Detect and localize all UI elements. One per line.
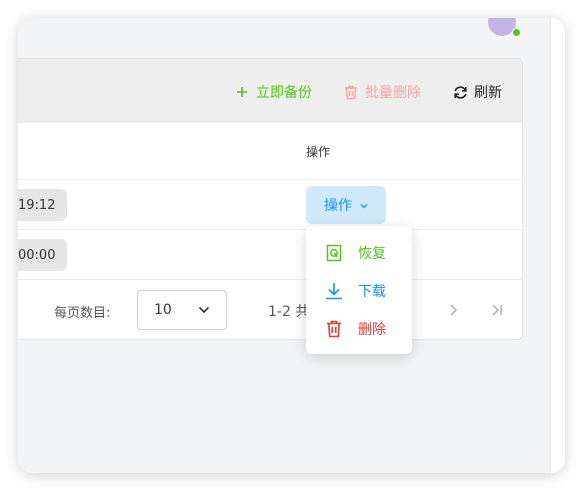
download-label: 下载 [358,284,386,300]
time-text: 19:12 [18,197,56,213]
per-page-label: 每页数目: [54,306,111,321]
batch-delete-label: 批量删除 [365,85,421,101]
next-page-icon[interactable] [444,300,462,320]
app-window: 立即备份 批量删除 刷新 操作 19:12 操作 00:00 每页数目: 10 … [18,18,565,473]
refresh-icon [452,84,468,100]
menu-item-download[interactable]: 下载 [306,272,412,310]
menu-item-restore[interactable]: 恢复 [306,234,412,272]
trash-icon [343,84,359,100]
table-header: 操作 [18,123,522,180]
delete-label: 删除 [358,322,386,338]
time-chip: 19:12 [18,189,68,221]
batch-delete-button[interactable]: 批量删除 [343,82,421,102]
last-page-icon[interactable] [488,300,506,320]
menu-item-delete[interactable]: 删除 [306,310,412,348]
user-avatar[interactable] [488,18,521,38]
backup-now-label: 立即备份 [256,85,312,101]
chevron-down-icon [198,302,210,318]
per-page-select[interactable]: 10 [137,290,227,330]
window-right-edge [550,18,565,473]
trash-icon [324,319,344,339]
table-row: 00:00 [18,230,522,280]
row-actions-label: 操作 [324,198,352,214]
time-text: 00:00 [18,247,56,263]
per-page-value: 10 [154,302,172,318]
plus-icon [234,84,250,100]
backup-now-button[interactable]: 立即备份 [234,82,312,102]
row-actions-menu: 恢复 下载 删除 [306,226,412,354]
time-chip: 00:00 [18,239,68,271]
column-header-ops: 操作 [306,145,331,159]
table-row: 19:12 操作 [18,180,522,230]
page-range-text: 1-2 共 [268,304,310,320]
refresh-label: 刷新 [474,85,502,101]
table-toolbar: 立即备份 批量删除 刷新 [18,59,522,123]
restore-icon [324,243,344,263]
row-actions-button[interactable]: 操作 [306,186,386,224]
online-status-dot [512,28,521,37]
restore-label: 恢复 [358,246,386,262]
download-icon [324,281,344,301]
refresh-button[interactable]: 刷新 [452,82,502,102]
chevron-down-icon [360,197,368,213]
backup-table-card: 立即备份 批量删除 刷新 操作 19:12 操作 00:00 每页数目: 10 … [18,58,523,340]
pagination-bar: 每页数目: 10 1-2 共 [18,280,522,339]
